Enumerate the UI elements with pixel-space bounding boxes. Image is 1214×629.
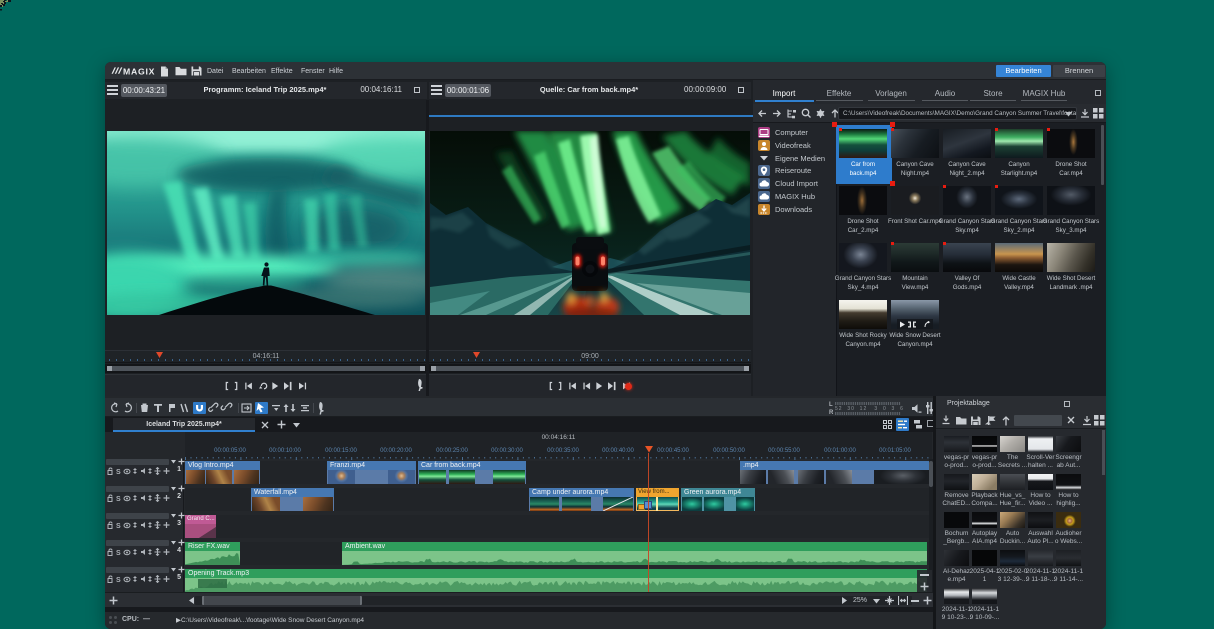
svg-text:S: S: [116, 550, 121, 556]
svg-text:S: S: [116, 469, 121, 475]
svg-text:S: S: [116, 523, 121, 529]
svg-text:S: S: [116, 577, 121, 583]
svg-text:MAGIX: MAGIX: [123, 67, 155, 77]
svg-text:S: S: [116, 496, 121, 502]
